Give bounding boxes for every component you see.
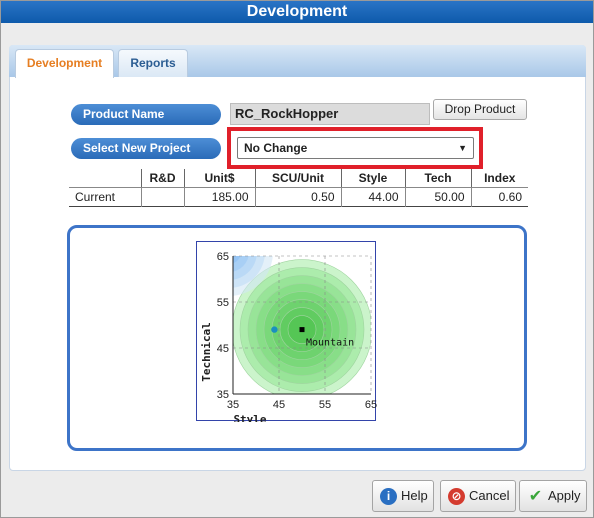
project-select[interactable]: No Change ▼ <box>237 137 474 159</box>
table-header: SCU/Unit <box>254 169 341 188</box>
table-cell: 50.00 <box>404 187 471 206</box>
x-tick-label: 45 <box>273 399 285 411</box>
table-header: Index <box>470 169 528 188</box>
table-cell: 0.60 <box>470 187 528 206</box>
development-window: Development Development Reports Product … <box>0 0 594 518</box>
segment-center-point <box>299 327 305 333</box>
table-header: Style <box>340 169 405 188</box>
x-tick-label: 65 <box>365 399 377 411</box>
cancel-button[interactable]: ⊘ Cancel <box>440 480 516 512</box>
project-select-value: No Change <box>244 141 308 155</box>
checkmark-icon: ✔ <box>528 488 543 505</box>
apply-button[interactable]: ✔ Apply <box>519 480 587 512</box>
perceptual-map-svg: 35 45 55 6565554535StyleTechnical Mountain <box>200 251 377 426</box>
table-cell <box>140 187 184 206</box>
product-specs-table: R&D Unit$ SCU/Unit Style Tech Index Curr… <box>69 169 528 207</box>
table-header: Unit$ <box>183 169 255 188</box>
segment-label: Mountain <box>306 338 354 349</box>
info-icon: i <box>380 488 397 505</box>
table-header-row: R&D Unit$ SCU/Unit Style Tech Index <box>69 169 528 188</box>
table-header <box>69 169 141 188</box>
table-header: Tech <box>404 169 471 188</box>
table-row: Current 185.00 0.50 44.00 50.00 0.60 <box>69 187 528 206</box>
select-project-label: Select New Project <box>71 138 221 159</box>
perceptual-map: 35 45 55 65 65 55 45 35 Style Technical Mountain <box>196 241 377 426</box>
table-cell: 44.00 <box>340 187 405 206</box>
table-cell: Current <box>75 189 116 204</box>
product-name-field: RC_RockHopper <box>230 103 430 125</box>
product-point <box>271 326 278 333</box>
product-name-label: Product Name <box>71 104 221 125</box>
y-tick-label: 55 <box>217 297 229 309</box>
help-button[interactable]: i Help <box>372 480 434 512</box>
window-title: Development <box>1 1 593 23</box>
tab-reports[interactable]: Reports <box>118 49 188 77</box>
dropdown-arrow-icon: ▼ <box>458 143 467 153</box>
y-axis-label: Technical <box>200 322 213 382</box>
apply-button-label: Apply <box>548 488 581 503</box>
help-button-label: Help <box>401 488 428 503</box>
x-tick-label: 55 <box>319 399 331 411</box>
cancel-button-label: Cancel <box>469 488 510 503</box>
y-tick-label: 35 <box>217 389 229 401</box>
cancel-icon: ⊘ <box>448 488 465 505</box>
table-cell: 185.00 <box>183 187 255 206</box>
x-axis-label: Style <box>233 413 266 422</box>
table-header: R&D <box>140 169 184 188</box>
drop-product-button[interactable]: Drop Product <box>433 99 527 120</box>
y-tick-label: 45 <box>217 343 229 355</box>
y-tick-label: 65 <box>217 251 229 263</box>
table-cell: 0.50 <box>254 187 341 206</box>
tab-development[interactable]: Development <box>15 49 114 78</box>
